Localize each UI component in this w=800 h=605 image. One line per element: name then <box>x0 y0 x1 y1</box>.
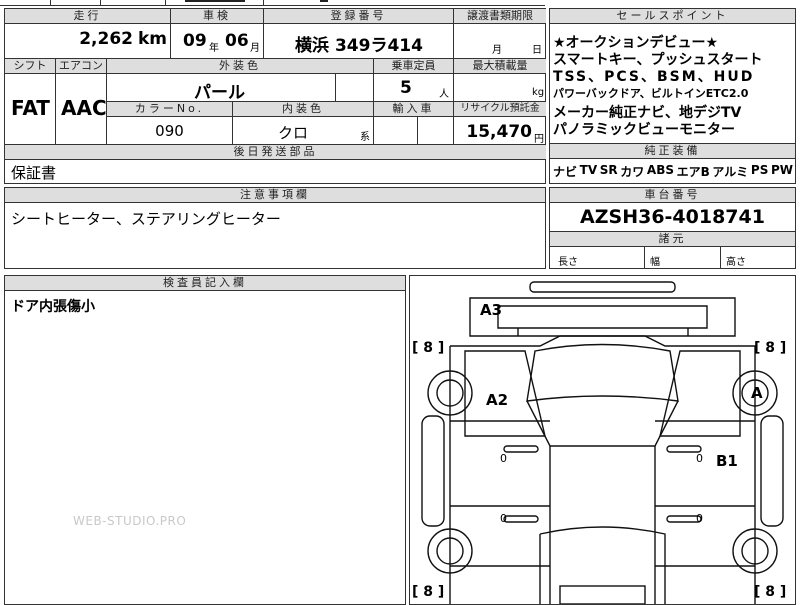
vehicle-info-table: 走行 車検 登録番号 譲渡書類期限 2,262 km 09 年 06 月 横浜 … <box>4 8 546 184</box>
sales-header: セールスポイント <box>550 9 795 23</box>
equip-pw: PW <box>770 163 793 177</box>
year-unit: 年 <box>209 43 219 54</box>
mileage-value: 2,262 <box>79 29 133 49</box>
inspector-box: 検査員記入欄 ドア内張傷小 WEB-STUDIO.PRO <box>4 275 406 605</box>
header-interior: 内装色 <box>233 102 373 116</box>
header-mileage: 走行 <box>5 9 170 23</box>
mark-a: A <box>751 384 763 402</box>
chassis-header: 車台番号 <box>550 188 795 202</box>
mileage-unit: km <box>138 29 168 49</box>
equip-leather: カワ <box>620 165 645 179</box>
aircon-value: AAC <box>61 96 107 120</box>
equip-alloy: アルミ <box>712 165 749 179</box>
exterior-value: パール <box>194 83 245 103</box>
tire-mark-front-right: [ 8 ] <box>754 584 787 600</box>
transfer-month-unit: 月 <box>492 45 502 56</box>
chassis-box: 車台番号 AZSH36-4018741 諸元 長さ 幅 高さ <box>549 187 796 269</box>
watermark: WEB-STUDIO.PRO <box>73 514 187 528</box>
header-inspection: 車検 <box>171 9 263 23</box>
cut-top-strip <box>0 0 800 8</box>
sales-line-4: パワーバックドア、ビルトインETC2.0 <box>553 87 749 100</box>
header-recycle: リサイクル預託金 <box>454 102 546 116</box>
interior-value: クロ <box>277 124 308 142</box>
length-label: 長さ <box>558 257 578 268</box>
handle-zero-fl: 0 <box>500 512 507 525</box>
inspection-month: 06 <box>225 31 249 51</box>
width-label: 幅 <box>650 257 660 268</box>
interior-suffix: 系 <box>360 132 370 143</box>
car-diagram-box: A3 A2 A B1 [ 8 ] [ 8 ] [ 8 ] [ 8 ] 0 0 0… <box>409 275 796 605</box>
chassis-value: AZSH36-4018741 <box>580 206 765 228</box>
transfer-day-unit: 日 <box>532 45 542 56</box>
header-later-parts: 後日発送部品 <box>5 145 546 159</box>
header-shift: シフト <box>5 59 55 73</box>
handle-zero-rl: 0 <box>500 452 507 465</box>
header-aircon: エアコン <box>56 59 106 73</box>
shift-value: FAT <box>11 96 50 120</box>
car-diagram <box>421 281 784 604</box>
header-import: 輸入車 <box>374 102 453 116</box>
notes-box: 注意事項欄 シートヒーター、ステアリングヒーター <box>4 187 546 269</box>
equip-ps: PS <box>750 163 769 177</box>
sales-line-6: パノラミックビューモニター <box>553 122 735 138</box>
equipment-header: 純正装備 <box>550 144 795 158</box>
recycle-value: 15,470 <box>466 122 532 142</box>
later-parts-value: 保証書 <box>11 164 57 182</box>
header-capacity: 乗車定員 <box>374 59 453 73</box>
dimensions-header: 諸元 <box>550 232 795 246</box>
loadcap-unit: kg <box>532 87 545 98</box>
mark-a2: A2 <box>486 391 509 409</box>
equipment-list: ナビ TV SR カワ ABS エアB アルミ PS PW <box>553 163 793 180</box>
inspector-header: 検査員記入欄 <box>5 276 405 290</box>
sales-point-box: セールスポイント ★オークションデビュー★ スマートキー、プッシュスタート TS… <box>549 8 796 184</box>
handle-zero-fr: 0 <box>696 512 703 525</box>
mark-b1: B1 <box>716 452 738 470</box>
tire-mark-rear-right: [ 8 ] <box>754 340 787 356</box>
capacity-value: 5 <box>400 78 412 98</box>
tire-mark-front-left: [ 8 ] <box>412 584 445 600</box>
header-transfer: 譲渡書類期限 <box>454 9 546 23</box>
equip-navi: ナビ <box>553 165 578 179</box>
header-registration: 登録番号 <box>264 9 453 23</box>
color-no-value: 090 <box>155 122 184 140</box>
header-exterior: 外装色 <box>107 59 373 73</box>
height-label: 高さ <box>726 257 746 268</box>
equip-airbag: エアB <box>676 165 710 179</box>
inspector-value: ドア内張傷小 <box>11 299 95 315</box>
month-unit: 月 <box>250 43 260 54</box>
sales-line-3: TSS、PCS、BSM、HUD <box>553 69 755 85</box>
tire-mark-rear-left: [ 8 ] <box>412 340 445 356</box>
registration-value: 横浜 349ラ414 <box>295 36 423 56</box>
notes-value: シートヒーター、ステアリングヒーター <box>11 210 281 228</box>
notes-header: 注意事項欄 <box>5 188 545 202</box>
header-color-no: カラーNo. <box>107 102 232 116</box>
equip-sr: SR <box>599 163 618 177</box>
recycle-unit: 円 <box>534 134 544 145</box>
equip-abs: ABS <box>646 163 674 177</box>
handle-zero-rr: 0 <box>696 452 703 465</box>
inspection-year: 09 <box>183 31 207 51</box>
capacity-unit: 人 <box>439 89 449 100</box>
header-loadcap: 最大積載量 <box>454 59 546 73</box>
equip-tv: TV <box>579 163 598 177</box>
mark-a3: A3 <box>480 301 503 319</box>
